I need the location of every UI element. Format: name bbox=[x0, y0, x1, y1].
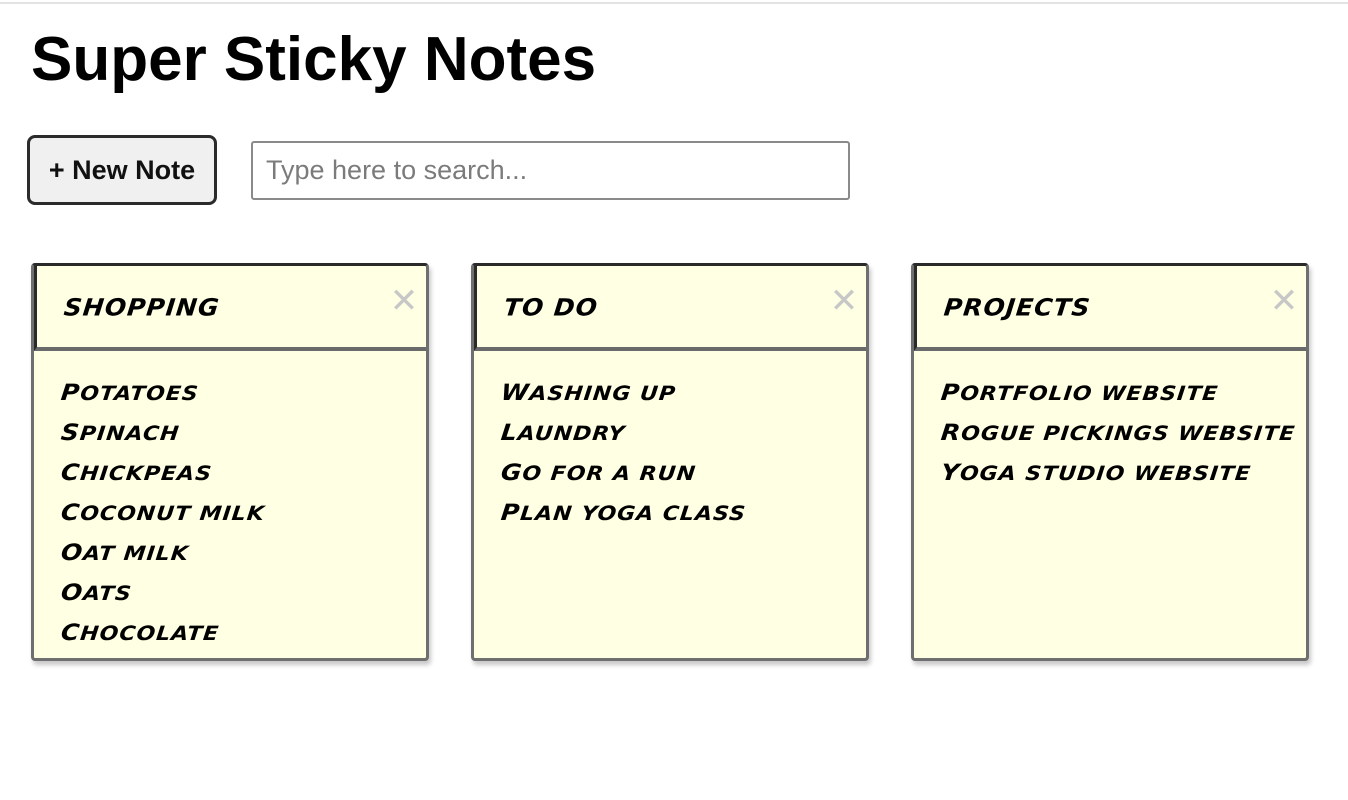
top-divider bbox=[0, 2, 1348, 4]
list-item: portfolio website bbox=[939, 379, 1220, 406]
list-item: chocolate bbox=[59, 619, 221, 646]
note-card-to-do[interactable]: To Do ✕ washing up laundry go for a run … bbox=[471, 263, 869, 661]
close-icon[interactable]: ✕ bbox=[387, 284, 421, 318]
new-note-button[interactable]: + New Note bbox=[27, 135, 217, 205]
list-item: rogue pickings website bbox=[939, 419, 1297, 446]
close-icon[interactable]: ✕ bbox=[1267, 284, 1301, 318]
search-input[interactable] bbox=[251, 141, 850, 200]
note-body[interactable]: Potatoes spinach chickpeas coconut milk … bbox=[59, 373, 267, 653]
note-header: Shopping ✕ bbox=[34, 266, 426, 351]
note-title[interactable]: Projects bbox=[943, 294, 1093, 322]
note-card-shopping[interactable]: Shopping ✕ Potatoes spinach chickpeas co… bbox=[31, 263, 429, 661]
note-header: To Do ✕ bbox=[474, 266, 866, 351]
close-icon[interactable]: ✕ bbox=[827, 284, 861, 318]
list-item: spinach bbox=[59, 419, 181, 446]
list-item: plan yoga class bbox=[499, 499, 748, 526]
list-item: laundry bbox=[499, 419, 627, 446]
list-item: coconut milk bbox=[59, 499, 267, 526]
note-header: Projects ✕ bbox=[914, 266, 1306, 351]
list-item: Potatoes bbox=[59, 379, 200, 406]
list-item: chickpeas bbox=[59, 459, 214, 486]
list-item: oat milk bbox=[59, 539, 191, 566]
list-item: yoga studio website bbox=[939, 459, 1253, 486]
list-item: go for a run bbox=[499, 459, 698, 486]
list-item: washing up bbox=[499, 379, 678, 406]
note-title[interactable]: Shopping bbox=[63, 294, 221, 322]
note-title[interactable]: To Do bbox=[503, 294, 600, 322]
note-body[interactable]: portfolio website rogue pickings website… bbox=[939, 373, 1297, 493]
list-item: oats bbox=[59, 579, 134, 606]
note-body[interactable]: washing up laundry go for a run plan yog… bbox=[499, 373, 748, 533]
page-title: Super Sticky Notes bbox=[31, 25, 597, 94]
note-card-projects[interactable]: Projects ✕ portfolio website rogue picki… bbox=[911, 263, 1309, 661]
